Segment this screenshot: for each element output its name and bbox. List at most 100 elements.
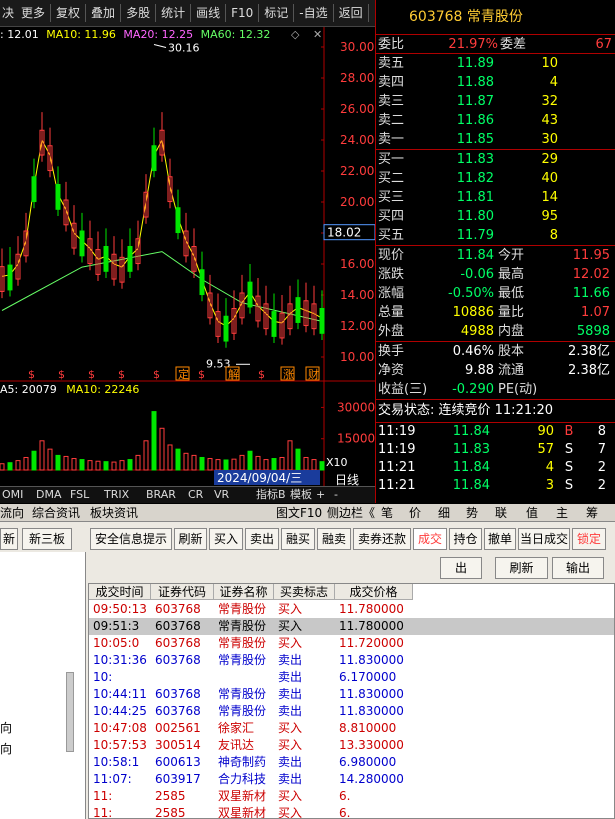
sub-tab-right-2[interactable]: 笔 — [381, 504, 393, 522]
grid-row[interactable]: 10:47:08 002561 徐家汇 买入 8.810000 — [89, 720, 614, 737]
sub-tab-right-4[interactable]: 细 — [438, 504, 450, 522]
grid-row[interactable]: 11:07: 603917 合力科技 卖出 14.280000 — [89, 771, 614, 788]
toolbar-item-8[interactable]: -自选 — [294, 4, 334, 22]
trade-tab-9[interactable]: 撤单 — [484, 528, 516, 550]
toolbar-item-6[interactable]: F10 — [226, 4, 260, 22]
toolbar-item-7[interactable]: 标记 — [259, 4, 295, 22]
grid-row[interactable]: 11: 2585 双星新材 买入 6. — [89, 788, 614, 805]
sub-tab-right-8[interactable]: 主 — [556, 504, 568, 522]
grid-row[interactable]: 10:44:11 603768 常青股份 卖出 11.830000 — [89, 686, 614, 703]
sub-tab-2[interactable]: 板块资讯 — [90, 504, 138, 522]
trade-tab-2[interactable]: 买入 — [209, 528, 243, 550]
event-marker-0[interactable]: $ — [28, 368, 35, 381]
trade-tab-7[interactable]: 成交 — [413, 528, 447, 550]
trade-tab-11[interactable]: 锁定 — [572, 528, 606, 550]
left-button-1[interactable]: 新三板 — [22, 528, 72, 550]
chart-close-icon[interactable]: ✕ — [313, 28, 322, 41]
indicator-tab-6[interactable]: VR — [214, 487, 229, 503]
indicator-tab-10[interactable]: - — [334, 487, 338, 503]
indicator-tab-2[interactable]: FSL — [70, 487, 89, 503]
sub-tab-right-9[interactable]: 筹 — [586, 504, 598, 522]
trade-tab-4[interactable]: 融买 — [281, 528, 315, 550]
grid-row[interactable]: 10: 卖出 6.170000 — [89, 669, 614, 686]
asks-row-2[interactable]: 卖三 11.87 32 — [376, 92, 615, 111]
event-marker-8[interactable]: $ — [258, 368, 265, 381]
tick-price: 11.83 — [452, 442, 490, 457]
event-marker-5[interactable]: 定 — [178, 367, 189, 381]
indicator-tab-3[interactable]: TRIX — [104, 487, 129, 503]
event-marker-7[interactable]: 解 — [228, 367, 239, 381]
grid-row[interactable]: 10:57:53 300514 友讯达 买入 13.330000 — [89, 737, 614, 754]
toolbar-item-0[interactable]: 更多 — [16, 4, 52, 22]
event-marker-6[interactable]: $ — [198, 368, 205, 381]
sub-tab-right-3[interactable]: 价 — [409, 504, 421, 522]
sub-tab-right-7[interactable]: 值 — [526, 504, 538, 522]
asks-row-3[interactable]: 卖二 11.86 43 — [376, 111, 615, 130]
kline-chart[interactable]: 30.0028.0026.0024.0022.0020.0018.0016.00… — [0, 27, 375, 503]
grid-header-0[interactable]: 成交时间 — [89, 584, 151, 600]
grid-header-2[interactable]: 证券名称 — [214, 584, 274, 600]
toolbar-item-5[interactable]: 画线 — [191, 4, 227, 22]
toolbar-item-9[interactable]: 返回 — [334, 4, 369, 22]
indicator-tab-9[interactable]: + — [316, 487, 325, 503]
grid-action-1[interactable]: 刷新 — [495, 557, 548, 579]
tick-price: 11.84 — [452, 424, 490, 439]
indicator-tab-8[interactable]: 模板 — [290, 487, 312, 503]
grid-header-1[interactable]: 证券代码 — [151, 584, 214, 600]
trade-tab-3[interactable]: 卖出 — [245, 528, 279, 550]
sub-tab-right-0[interactable]: 图文F10 — [276, 504, 322, 522]
trade-tab-1[interactable]: 刷新 — [174, 528, 207, 550]
indicator-tab-7[interactable]: 指标B — [256, 487, 286, 503]
bids-row-3[interactable]: 买四 11.80 95 — [376, 207, 615, 226]
left-scrollbar[interactable] — [66, 672, 74, 752]
event-marker-4[interactable]: $ — [153, 368, 160, 381]
grid-action-0[interactable]: 出 — [440, 557, 482, 579]
trade-grid[interactable]: 成交时间 证券代码 证券名称 买卖标志 成交价格 09:50:13 603768 常青股份 买入… — [88, 583, 615, 819]
asks-row-0[interactable]: 卖五 11.89 10 — [376, 54, 615, 73]
indicator-tab-4[interactable]: BRAR — [146, 487, 176, 503]
grid-row[interactable]: 09:51:3 603768 常青股份 买入 11.780000 — [89, 618, 614, 635]
grid-row[interactable]: 11: 2585 双星新材 买入 6. — [89, 805, 614, 818]
tick-time: 11:21 — [378, 478, 416, 493]
event-marker-9[interactable]: 涨 — [283, 368, 294, 381]
grid-row[interactable]: 10:05:0 603768 常青股份 买入 11.720000 — [89, 635, 614, 652]
toolbar-item-2[interactable]: 叠加 — [86, 4, 122, 22]
bids-row-0[interactable]: 买一 11.83 29 — [376, 150, 615, 169]
grid-action-2[interactable]: 输出 — [552, 557, 604, 579]
left-button-0[interactable]: 新 — [0, 528, 18, 550]
sub-tab-0[interactable]: 流向 — [0, 504, 24, 522]
asks-row-4[interactable]: 卖一 11.85 30 — [376, 130, 615, 149]
toolbar-item-4[interactable]: 统计 — [156, 4, 192, 22]
asks-row-1[interactable]: 卖四 11.88 4 — [376, 73, 615, 92]
bids-volume: 40 — [541, 171, 558, 186]
trade-tab-0[interactable]: 安全信息提示 — [90, 528, 172, 550]
grid-header-4[interactable]: 成交价格 — [335, 584, 413, 600]
trade-tab-6[interactable]: 卖券还款 — [353, 528, 411, 550]
event-marker-3[interactable]: $ — [118, 368, 125, 381]
grid-row[interactable]: 10:31:36 603768 常青股份 卖出 11.830000 — [89, 652, 614, 669]
indicator-tab-5[interactable]: CR — [188, 487, 203, 503]
bids-row-4[interactable]: 买五 11.79 8 — [376, 226, 615, 245]
sub-tab-1[interactable]: 综合资讯 — [32, 504, 80, 522]
sub-tab-right-5[interactable]: 势 — [466, 504, 478, 522]
grid-row[interactable]: 10:58:1 600613 神奇制药 卖出 6.980000 — [89, 754, 614, 771]
event-marker-1[interactable]: $ — [58, 368, 65, 381]
trade-tab-8[interactable]: 持仓 — [449, 528, 482, 550]
indicator-tab-1[interactable]: DMA — [36, 487, 62, 503]
grid-row[interactable]: 10:44:25 603768 常青股份 卖出 11.830000 — [89, 703, 614, 720]
trade-tab-5[interactable]: 融卖 — [317, 528, 351, 550]
grid-row[interactable]: 09:50:13 603768 常青股份 买入 11.780000 — [89, 601, 614, 618]
event-marker-10[interactable]: 财 — [308, 367, 319, 381]
toolbar-item-1[interactable]: 复权 — [51, 4, 87, 22]
event-marker-2[interactable]: $ — [88, 368, 95, 381]
bids-row-2[interactable]: 买三 11.81 14 — [376, 188, 615, 207]
indicator-tab-0[interactable]: OMI — [2, 487, 23, 503]
grid-header-3[interactable]: 买卖标志 — [274, 584, 335, 600]
chart-settings-icon[interactable]: ◇ — [291, 28, 299, 41]
sub-tab-right-6[interactable]: 联 — [495, 504, 507, 522]
asks-label: 卖四 — [378, 75, 405, 90]
trade-tab-10[interactable]: 当日成交 — [518, 528, 570, 550]
sub-tab-right-1[interactable]: 侧边栏《 — [327, 504, 375, 522]
bids-row-1[interactable]: 买二 11.82 40 — [376, 169, 615, 188]
toolbar-item-3[interactable]: 多股 — [121, 4, 157, 22]
